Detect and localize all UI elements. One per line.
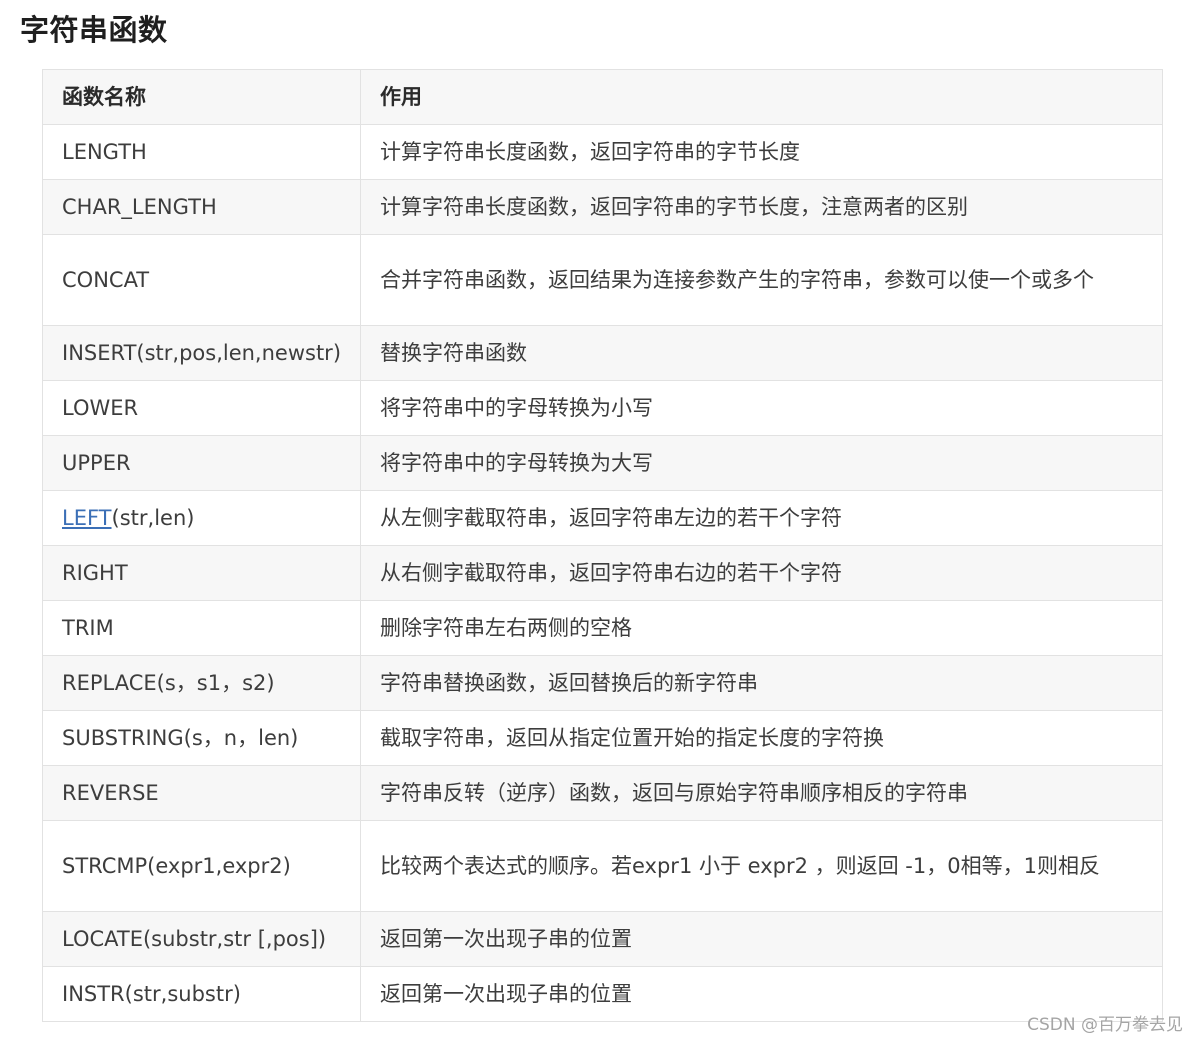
table-row: INSTR(str,substr) 返回第一次出现子串的位置 (42, 966, 1163, 1022)
function-purpose-cell: 字符串反转（逆序）函数，返回与原始字符串顺序相反的字符串 (360, 765, 1163, 821)
function-purpose-cell: 删除字符串左右两侧的空格 (360, 600, 1163, 656)
table-row: LENGTH 计算字符串长度函数，返回字符串的字节长度 (42, 124, 1163, 180)
left-function-link[interactable]: LEFT (62, 506, 112, 530)
function-purpose-cell: 返回第一次出现子串的位置 (360, 911, 1163, 967)
function-name-cell: CHAR_LENGTH (42, 179, 361, 235)
function-name-cell: RIGHT (42, 545, 361, 601)
table-row: CONCAT 合并字符串函数，返回结果为连接参数产生的字符串，参数可以使一个或多… (42, 234, 1163, 326)
header-purpose: 作用 (360, 69, 1163, 125)
function-purpose-cell: 计算字符串长度函数，返回字符串的字节长度，注意两者的区别 (360, 179, 1163, 235)
left-function-args: (str,len) (111, 505, 195, 530)
table-header-row: 函数名称 作用 (42, 69, 1163, 125)
function-name-cell: CONCAT (42, 234, 361, 326)
table-row: LOWER 将字符串中的字母转换为小写 (42, 380, 1163, 436)
table-row: LOCATE(substr,str [,pos]) 返回第一次出现子串的位置 (42, 911, 1163, 967)
function-name-cell: STRCMP(expr1,expr2) (42, 820, 361, 912)
table-row: SUBSTRING(s，n，len) 截取字符串，返回从指定位置开始的指定长度的… (42, 710, 1163, 766)
function-purpose-cell: 截取字符串，返回从指定位置开始的指定长度的字符换 (360, 710, 1163, 766)
function-name-cell: REVERSE (42, 765, 361, 821)
function-purpose-cell: 替换字符串函数 (360, 325, 1163, 381)
function-purpose-cell: 字符串替换函数，返回替换后的新字符串 (360, 655, 1163, 711)
function-name-cell: LOCATE(substr,str [,pos]) (42, 911, 361, 967)
table-row: INSERT(str,pos,len,newstr) 替换字符串函数 (42, 325, 1163, 381)
table-row: REPLACE(s，s1，s2) 字符串替换函数，返回替换后的新字符串 (42, 655, 1163, 711)
function-name-cell: INSERT(str,pos,len,newstr) (42, 325, 361, 381)
function-purpose-cell: 将字符串中的字母转换为小写 (360, 380, 1163, 436)
function-name-cell: UPPER (42, 435, 361, 491)
function-purpose-cell: 合并字符串函数，返回结果为连接参数产生的字符串，参数可以使一个或多个 (360, 234, 1163, 326)
function-name-cell: LOWER (42, 380, 361, 436)
header-function-name: 函数名称 (42, 69, 361, 125)
function-purpose-cell: 计算字符串长度函数，返回字符串的字节长度 (360, 124, 1163, 180)
function-name-cell: TRIM (42, 600, 361, 656)
table-row: LEFT(str,len) 从左侧字截取符串，返回字符串左边的若干个字符 (42, 490, 1163, 546)
function-name-cell: REPLACE(s，s1，s2) (42, 655, 361, 711)
function-name-cell: LEFT(str,len) (42, 490, 361, 546)
function-purpose-cell: 从右侧字截取符串，返回字符串右边的若干个字符 (360, 545, 1163, 601)
watermark: CSDN @百万拳去见 (1027, 1015, 1183, 1035)
table-row: REVERSE 字符串反转（逆序）函数，返回与原始字符串顺序相反的字符串 (42, 765, 1163, 821)
table-row: UPPER 将字符串中的字母转换为大写 (42, 435, 1163, 491)
function-name-cell: SUBSTRING(s，n，len) (42, 710, 361, 766)
function-name-cell: INSTR(str,substr) (42, 966, 361, 1022)
function-purpose-cell: 从左侧字截取符串，返回字符串左边的若干个字符 (360, 490, 1163, 546)
section-title: 字符串函数 (20, 13, 168, 47)
function-name-cell: LENGTH (42, 124, 361, 180)
function-purpose-cell: 将字符串中的字母转换为大写 (360, 435, 1163, 491)
table-row: RIGHT 从右侧字截取符串，返回字符串右边的若干个字符 (42, 545, 1163, 601)
table-row: TRIM 删除字符串左右两侧的空格 (42, 600, 1163, 656)
function-purpose-cell: 比较两个表达式的顺序。若expr1 小于 expr2 ，则返回 -1，0相等，1… (360, 820, 1163, 912)
table-row: CHAR_LENGTH 计算字符串长度函数，返回字符串的字节长度，注意两者的区别 (42, 179, 1163, 235)
table-row: STRCMP(expr1,expr2) 比较两个表达式的顺序。若expr1 小于… (42, 820, 1163, 912)
string-functions-table: 函数名称 作用 LENGTH 计算字符串长度函数，返回字符串的字节长度 CHAR… (42, 69, 1163, 1022)
